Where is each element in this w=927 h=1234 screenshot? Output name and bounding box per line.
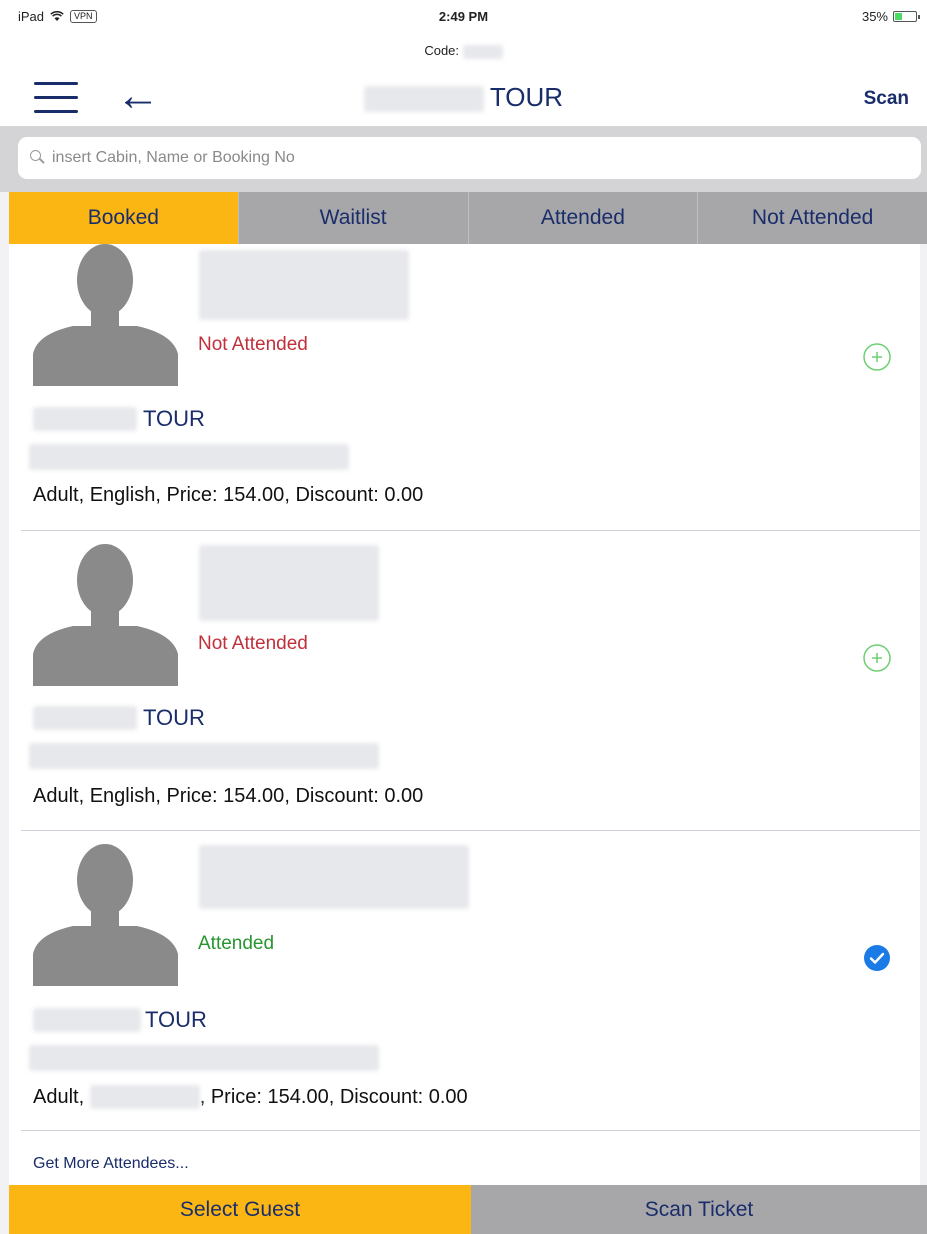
tour-row: TOUR [33,705,205,731]
select-guest-button[interactable]: Select Guest [9,1185,471,1234]
ticket-discount: Discount: 0.00 [295,484,424,506]
battery-percent: 35% [861,9,888,24]
ticket-info: Adult, English, Price: 154.00, Discount:… [33,484,424,506]
scan-ticket-button[interactable]: Scan Ticket [471,1185,927,1234]
tour-name-redacted [33,1008,141,1032]
attendee-card[interactable]: Not Attended TOUR Adult, English, Price:… [21,531,920,831]
ticket-price: Price: 154.00 [210,1085,329,1108]
code-label: Code: [424,43,460,58]
search-bar [0,126,927,192]
tour-code: Code: [0,43,927,59]
guest-name-redacted [199,545,379,621]
more-row: Get More Attendees... [21,1130,920,1184]
guest-language-redacted [89,1085,200,1109]
tab-waitlist[interactable]: Waitlist [239,192,469,244]
avatar-placeholder-icon [33,544,178,686]
right-edge [920,244,927,1185]
ticket-info: Adult, English, Price: 154.00, Discount:… [33,785,424,807]
search-icon [30,150,46,166]
code-value-redacted [462,44,503,59]
attendance-status: Not Attended [198,633,308,654]
nav-bar: ← TOUR Scan [0,68,927,126]
guest-language: English [89,484,156,506]
search-box[interactable] [18,137,921,179]
add-circle-icon[interactable] [862,342,892,372]
tab-attended[interactable]: Attended [469,192,699,244]
get-more-attendees-link[interactable]: Get More Attendees... [33,1155,189,1173]
booking-details-redacted [29,444,349,470]
ticket-info: Adult, , Price: 154.00, Discount: 0.00 [33,1085,468,1109]
tour-label: TOUR [143,406,205,431]
guest-name-redacted [199,250,409,320]
guest-type: Adult [33,785,79,807]
booking-details-redacted [29,1045,379,1071]
status-time: 2:49 PM [438,9,489,24]
tab-not-attended[interactable]: Not Attended [698,192,927,244]
checkmark-circle-icon[interactable] [862,943,892,973]
ticket-discount: Discount: 0.00 [295,785,424,807]
tour-row: TOUR [33,406,205,432]
tour-name-redacted [363,86,484,113]
tour-label: TOUR [143,705,205,730]
avatar-placeholder-icon [33,844,178,986]
status-tabs: Booked Waitlist Attended Not Attended [9,192,927,244]
guest-type: Adult [33,484,79,506]
guest-type: Adult [33,1085,79,1108]
add-circle-icon[interactable] [862,643,892,673]
battery-tip [918,15,920,19]
status-bar: iPad VPN 2:49 PM 35% [0,0,927,32]
ticket-price: Price: 154.00 [166,484,285,506]
page-title-text: TOUR [489,82,564,112]
left-edge [0,192,9,1234]
battery-fill [895,13,902,20]
booking-details-redacted [29,743,379,769]
bottom-action-bar: Select Guest Scan Ticket [9,1185,927,1234]
ticket-price: Price: 154.00 [166,785,285,807]
tab-booked[interactable]: Booked [9,192,239,244]
tour-name-redacted [33,706,137,730]
ticket-discount: Discount: 0.00 [339,1085,468,1108]
tour-name-redacted [33,407,137,431]
search-input[interactable] [52,149,912,167]
avatar-placeholder-icon [33,244,178,386]
scan-button[interactable]: Scan [864,88,909,110]
tour-row: TOUR [33,1007,207,1033]
tour-label: TOUR [145,1007,207,1032]
attendee-list: Not Attended TOUR Adult, English, Price:… [21,244,920,1131]
attendee-card[interactable]: Attended TOUR Adult, , Price: 154.00, Di… [21,831,920,1131]
status-right: 35% [861,9,920,24]
page-title: TOUR [0,82,927,113]
guest-language: English [89,785,156,807]
attendee-card[interactable]: Not Attended TOUR Adult, English, Price:… [21,244,920,531]
battery-icon [893,11,920,22]
attendance-status: Attended [198,933,275,954]
guest-name-redacted [199,845,469,909]
attendance-status: Not Attended [198,334,308,355]
